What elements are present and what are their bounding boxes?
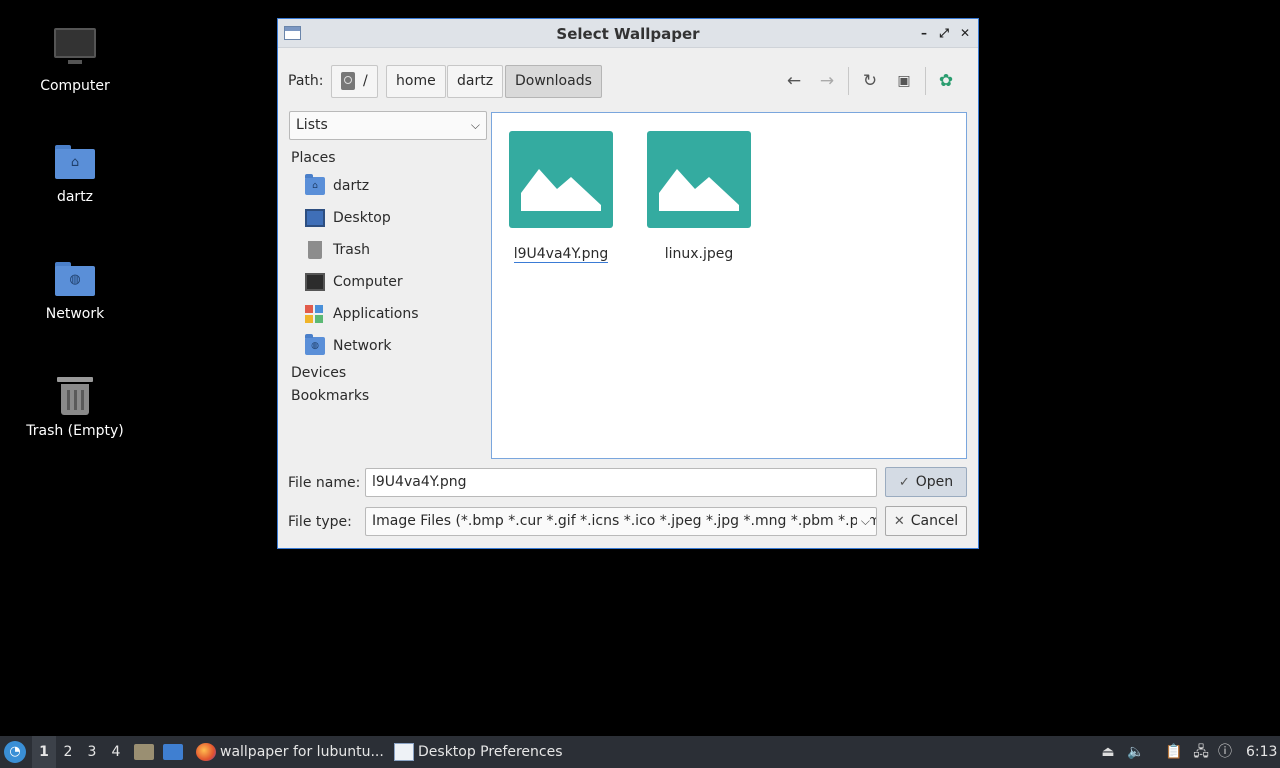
desktop-icon-label: Network: [45, 306, 105, 322]
file-name: l9U4va4Y.png: [513, 246, 609, 263]
sidebar-item-trash[interactable]: Trash: [289, 234, 487, 266]
sidebar-item-desktop[interactable]: Desktop: [289, 202, 487, 234]
update-notifier-icon[interactable]: ⓘ: [1214, 741, 1236, 763]
clipboard-icon[interactable]: 📋: [1163, 741, 1185, 763]
network-tray-icon[interactable]: 🖧: [1190, 741, 1212, 763]
dialog-title: Select Wallpaper: [556, 25, 700, 43]
sidebar-item-network[interactable]: ◍ Network: [289, 330, 487, 362]
file-item[interactable]: l9U4va4Y.png: [496, 131, 626, 263]
drive-icon: [341, 72, 355, 90]
sidebar-item-label: Network: [333, 338, 392, 354]
volume-icon[interactable]: 🔈: [1125, 741, 1147, 763]
sidebar-item-label: Desktop: [333, 210, 391, 226]
chevron-down-icon: ⌵: [856, 508, 870, 535]
view-mode-value: Lists: [296, 117, 328, 133]
sidebar-item-label: Computer: [333, 274, 403, 290]
path-crumb-root[interactable]: /: [331, 65, 378, 98]
window-icon: [394, 743, 414, 761]
file-view[interactable]: l9U4va4Y.png linux.jpeg: [491, 112, 967, 459]
minimize-button[interactable]: –: [915, 24, 933, 42]
file-type-select[interactable]: Image Files (*.bmp *.cur *.gif *.icns *.…: [365, 507, 877, 536]
forward-arrow-icon[interactable]: →: [815, 69, 839, 93]
path-crumb-downloads[interactable]: Downloads: [505, 65, 602, 98]
show-desktop-icon[interactable]: [163, 744, 183, 760]
desktop-icon-label: dartz: [56, 189, 94, 205]
reload-icon[interactable]: ↻: [858, 69, 882, 93]
path-crumb-home[interactable]: home: [386, 65, 446, 98]
file-name: linux.jpeg: [664, 246, 734, 262]
desktop-icon-network[interactable]: ◍ Network: [10, 256, 140, 322]
file-type-label: File type:: [288, 514, 352, 530]
desktop-icon-label: Computer: [40, 78, 110, 94]
file-name-input[interactable]: l9U4va4Y.png: [365, 468, 877, 497]
clock[interactable]: 6:13: [1246, 736, 1277, 768]
desktop-icon-dartz[interactable]: ⌂ dartz: [10, 139, 140, 205]
title-bar[interactable]: Select Wallpaper – ⤢ ✕: [278, 19, 978, 48]
task-desktop-preferences[interactable]: Desktop Preferences: [392, 736, 563, 768]
desktop-icon-trash[interactable]: Trash (Empty): [10, 373, 140, 439]
desktop-icon-computer[interactable]: Computer: [10, 22, 140, 94]
toolbar-separator: [848, 67, 849, 95]
checkmark-icon: ✓: [898, 475, 910, 490]
home-folder-icon: ⌂: [305, 174, 325, 195]
new-folder-icon[interactable]: ▣: [892, 69, 916, 93]
start-menu-icon[interactable]: ◔: [4, 741, 26, 763]
sidebar-item-label: Trash: [333, 242, 370, 258]
task-firefox[interactable]: wallpaper for lubuntu...: [194, 736, 384, 768]
close-icon: ✕: [893, 514, 905, 529]
sidebar-item-computer[interactable]: Computer: [289, 266, 487, 298]
trash-icon: [53, 373, 97, 417]
file-manager-icon[interactable]: [134, 744, 154, 760]
places-sidebar: Places ⌂ dartz Desktop Trash Computer Ap…: [289, 147, 487, 408]
applications-icon: [305, 305, 323, 323]
devices-section-title[interactable]: Devices: [289, 362, 487, 385]
desktop-icon: [305, 209, 325, 227]
taskbar: ◔ 1 2 3 4 wallpaper for lubuntu... Deskt…: [0, 736, 1280, 768]
path-bar: Path: / home dartz Downloads ← → ↻ ▣ ✿: [288, 63, 968, 98]
eject-icon[interactable]: ⏏: [1097, 741, 1119, 763]
workspace-4[interactable]: 4: [104, 736, 128, 768]
sidebar-item-label: Applications: [333, 306, 419, 322]
network-folder-icon: ◍: [53, 256, 97, 300]
chevron-down-icon: ⌵: [470, 118, 480, 132]
places-section-title[interactable]: Places: [289, 147, 487, 170]
path-label: Path:: [288, 73, 324, 89]
toolbar-separator: [925, 67, 926, 95]
bookmarks-section-title[interactable]: Bookmarks: [289, 385, 487, 408]
back-arrow-icon[interactable]: ←: [782, 69, 806, 93]
trash-icon: [308, 241, 322, 259]
file-item[interactable]: linux.jpeg: [634, 131, 764, 262]
workspace-2[interactable]: 2: [56, 736, 80, 768]
cancel-button[interactable]: ✕ Cancel: [885, 506, 967, 536]
sidebar-item-dartz[interactable]: ⌂ dartz: [289, 170, 487, 202]
open-button[interactable]: ✓ Open: [885, 467, 967, 497]
desktop-icon-label: Trash (Empty): [26, 423, 124, 439]
sidebar-item-label: dartz: [333, 178, 370, 194]
maximize-button[interactable]: ⤢: [935, 24, 953, 42]
computer-icon: [53, 28, 97, 72]
view-mode-select[interactable]: Lists ⌵: [289, 111, 487, 140]
settings-gear-icon[interactable]: ✿: [934, 69, 958, 93]
close-button[interactable]: ✕: [956, 24, 974, 42]
file-name-label: File name:: [288, 475, 361, 491]
home-folder-icon: ⌂: [53, 139, 97, 183]
workspace-3[interactable]: 3: [80, 736, 104, 768]
image-file-icon: [647, 131, 751, 228]
network-folder-icon: ◍: [305, 334, 325, 355]
sidebar-item-applications[interactable]: Applications: [289, 298, 487, 330]
image-file-icon: [509, 131, 613, 228]
file-type-value: Image Files (*.bmp *.cur *.gif *.icns *.…: [372, 513, 877, 529]
workspace-1[interactable]: 1: [32, 736, 56, 768]
select-wallpaper-dialog: Select Wallpaper – ⤢ ✕ Path: / home dart…: [277, 18, 979, 549]
path-crumb-dartz[interactable]: dartz: [447, 65, 504, 98]
computer-icon: [305, 273, 325, 291]
firefox-icon: [196, 743, 216, 761]
